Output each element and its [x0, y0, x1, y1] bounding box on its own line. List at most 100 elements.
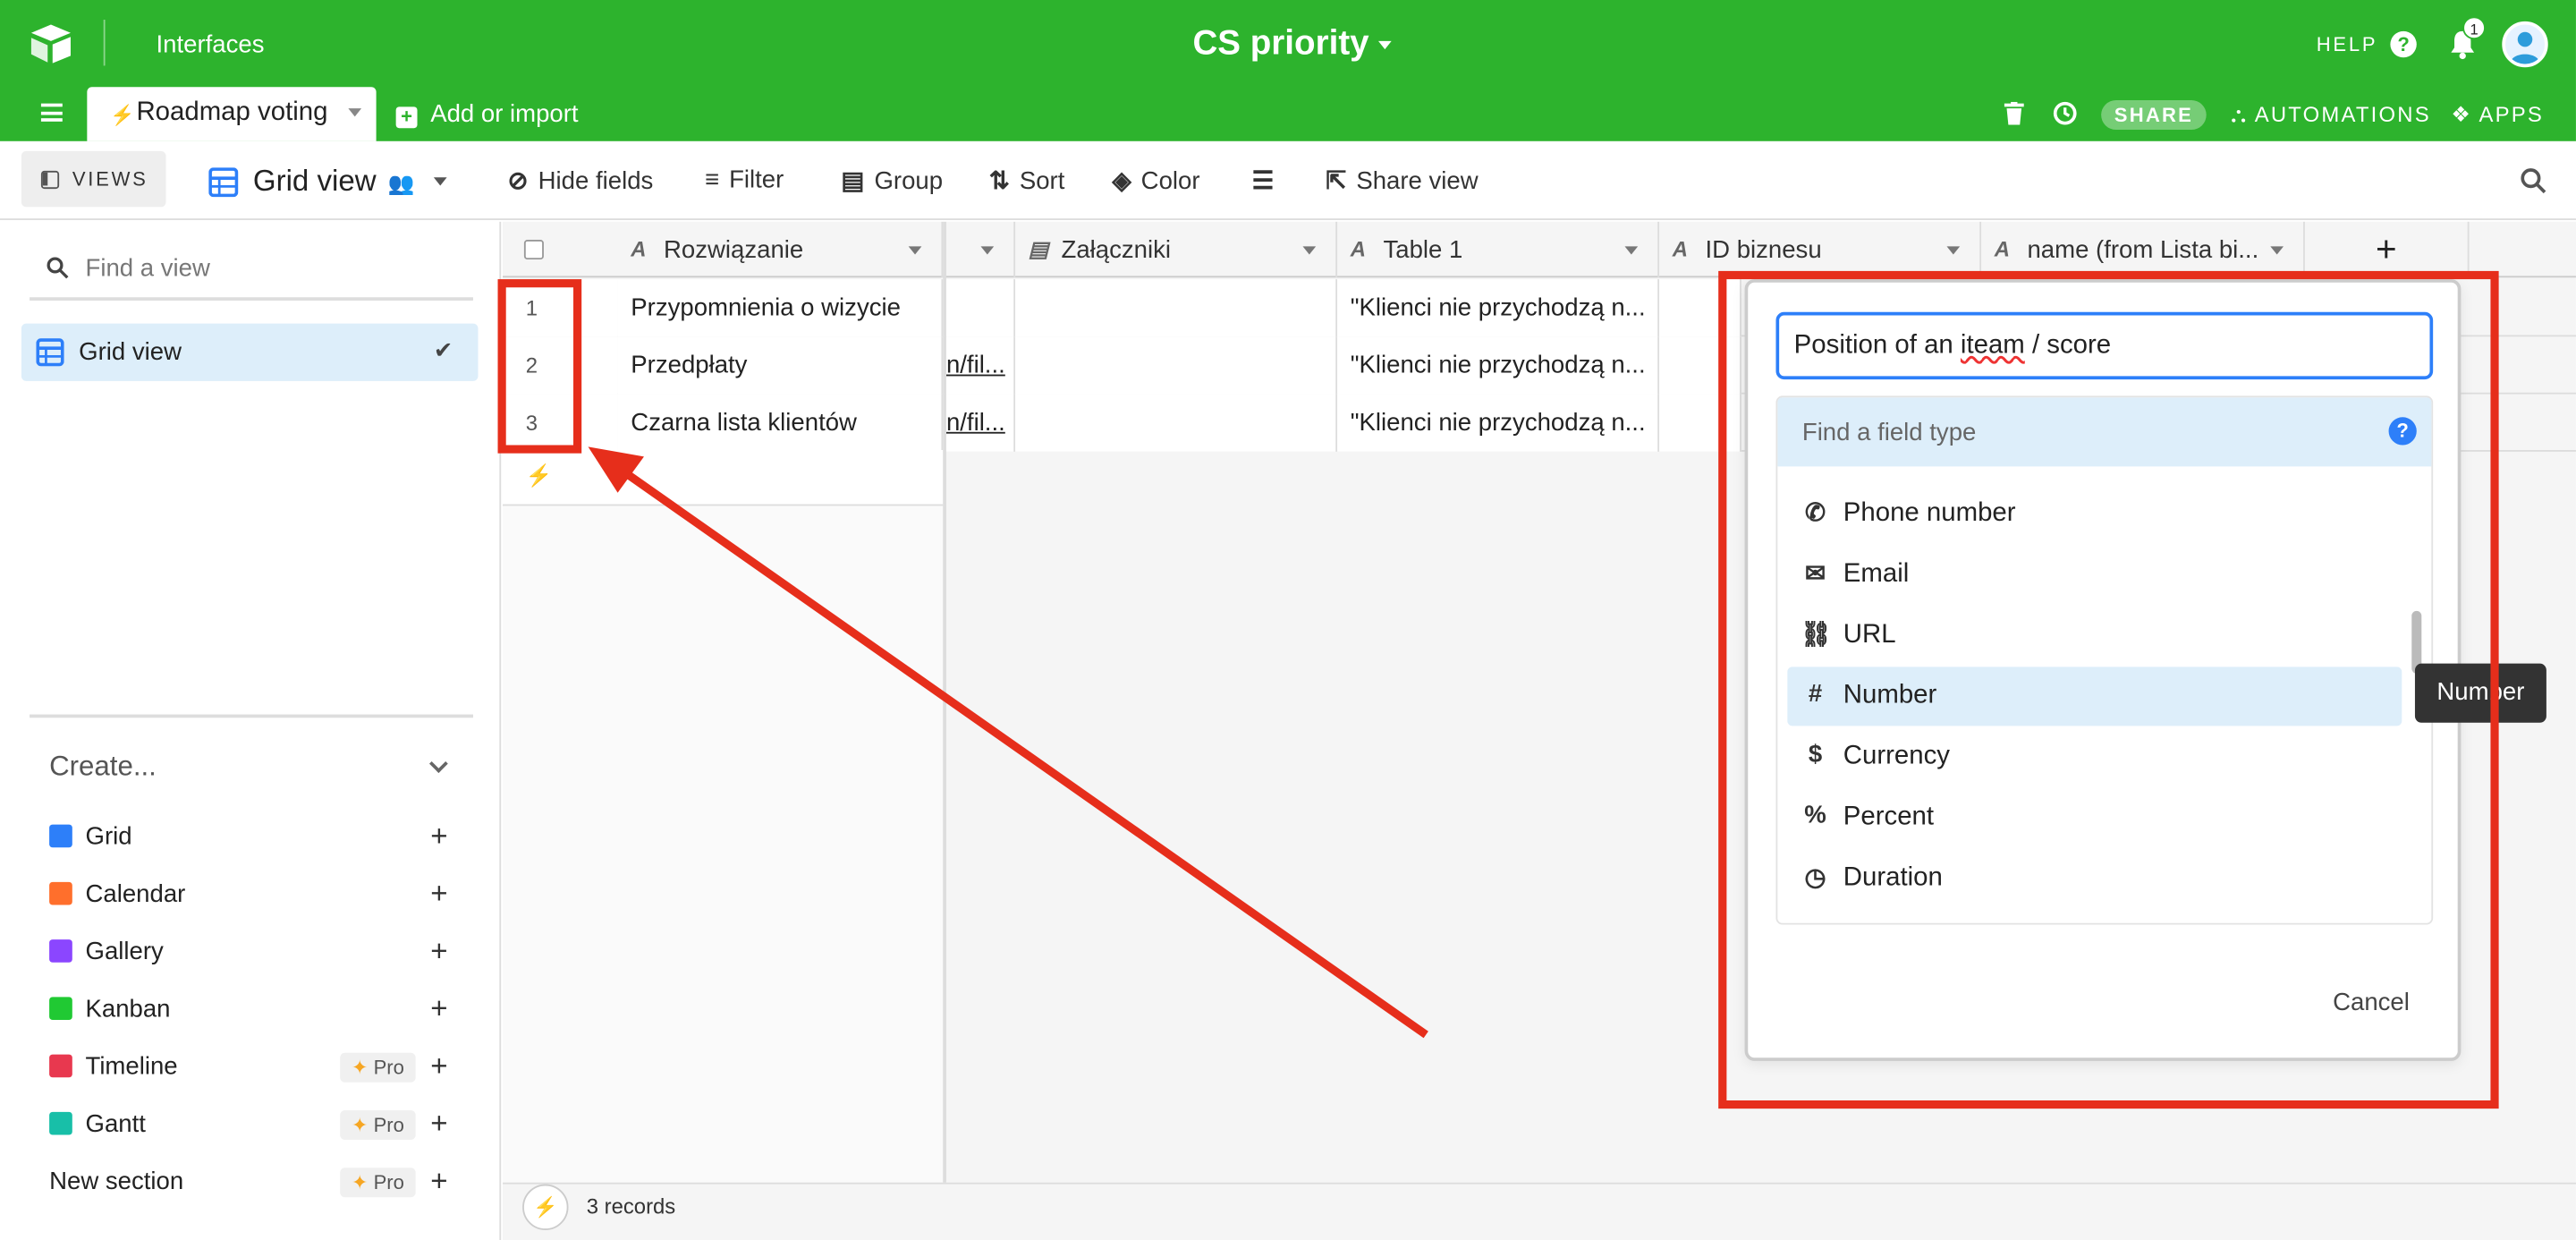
base-title[interactable]: CS priority: [1192, 24, 1393, 64]
chevron-down-icon[interactable]: [980, 246, 995, 255]
cell-zalaczniki[interactable]: [1015, 394, 1338, 452]
chevron-down-icon[interactable]: [2270, 246, 2284, 255]
cell-zalaczniki[interactable]: [1015, 279, 1338, 337]
new-section-label: New section: [49, 1168, 184, 1196]
sort-label: Sort: [1019, 167, 1065, 196]
find-view-placeholder: Find a view: [85, 254, 210, 283]
pro-badge: ✦ Pro: [340, 1168, 416, 1198]
apps-label: APPS: [2479, 101, 2545, 127]
create-item-label: Kanban: [85, 995, 171, 1023]
views-toggle-button[interactable]: VIEWS: [21, 150, 166, 208]
chevron-down-icon[interactable]: [1302, 246, 1317, 255]
create-view-section-toggle[interactable]: Create...: [49, 751, 460, 784]
create-new-section[interactable]: New section ✦ Pro +: [49, 1165, 460, 1204]
apps-button[interactable]: ❖ APPS: [2451, 102, 2544, 128]
group-label: Group: [874, 167, 944, 196]
find-view-input[interactable]: Find a view: [30, 238, 473, 301]
bolt-icon: ⚡: [525, 463, 553, 488]
plus-icon[interactable]: +: [430, 1107, 447, 1142]
color-button[interactable]: ◈ Color: [1112, 166, 1199, 195]
sort-icon: ⇅: [988, 167, 1010, 196]
create-kanban-view[interactable]: Kanban +: [49, 992, 460, 1032]
sparkle-icon: ✦: [351, 1170, 369, 1194]
chevron-down-icon: [1378, 40, 1393, 49]
create-gantt-view[interactable]: Gantt ✦ Pro +: [49, 1107, 460, 1146]
sort-button[interactable]: ⇅ Sort: [989, 166, 1065, 195]
chevron-down-icon[interactable]: [1946, 246, 1961, 255]
airtable-app: Interfaces CS priority HELP ? 1 ⚡ Roadma…: [0, 0, 2576, 1240]
search-icon[interactable]: [2520, 167, 2546, 194]
menu-icon[interactable]: [40, 103, 63, 122]
plus-icon[interactable]: +: [430, 1165, 447, 1200]
cell-table-1[interactable]: "Klienci nie przychodzą n...: [1337, 394, 1660, 452]
help-link[interactable]: HELP: [2317, 33, 2378, 56]
plus-icon[interactable]: +: [430, 935, 447, 970]
frozen-column-divider[interactable]: [943, 221, 946, 1240]
share-button[interactable]: SHARE: [2101, 99, 2207, 131]
base-title-text: CS priority: [1192, 24, 1369, 63]
bolt-icon[interactable]: ⚡: [522, 1184, 569, 1231]
top-bar: Interfaces CS priority HELP ? 1 ⚡ Roadma…: [0, 0, 2576, 141]
hide-fields-button[interactable]: ⊘ Hide fields: [508, 166, 654, 195]
group-button[interactable]: ▤ Group: [841, 166, 943, 195]
cell-link[interactable]: [943, 279, 1016, 337]
chevron-down-icon: [429, 754, 448, 774]
chevron-down-icon[interactable]: [348, 108, 362, 117]
cell-link[interactable]: n/fil...: [943, 336, 1016, 395]
plus-icon[interactable]: +: [430, 820, 447, 854]
automations-button[interactable]: ⛬ AUTOMATIONS: [2231, 102, 2431, 128]
add-field-button[interactable]: +: [2305, 221, 2470, 278]
grid-view-icon: [36, 338, 64, 367]
tab-roadmap-voting[interactable]: ⚡ Roadmap voting: [87, 87, 377, 141]
column-header-zalaczniki[interactable]: ▤ Załączniki: [1015, 221, 1338, 278]
column-header-rozwiazanie[interactable]: A Rozwiązanie: [618, 221, 944, 278]
select-all-checkbox[interactable]: [523, 240, 544, 260]
add-record-row[interactable]: ⚡: [503, 450, 944, 506]
share-view-button[interactable]: ⇱ Share view: [1326, 166, 1478, 195]
add-or-import-button[interactable]: + Add or import: [395, 100, 579, 129]
pro-label: Pro: [373, 1113, 404, 1137]
row-height-button[interactable]: ☰: [1252, 166, 1284, 195]
create-calendar-view[interactable]: Calendar +: [49, 877, 460, 916]
grid-view-icon: [49, 824, 72, 848]
column-header-table-1[interactable]: A Table 1: [1337, 221, 1660, 278]
create-timeline-view[interactable]: Timeline ✦ Pro +: [49, 1049, 460, 1089]
pro-label: Pro: [373, 1170, 404, 1194]
sidebar-icon: [40, 170, 60, 190]
plus-icon[interactable]: +: [430, 992, 447, 1027]
eye-slash-icon: ⊘: [507, 167, 529, 196]
current-view-name[interactable]: Grid view: [253, 165, 377, 200]
cell-table-1[interactable]: "Klienci nie przychodzą n...: [1337, 336, 1660, 395]
airtable-logo-icon[interactable]: [28, 23, 73, 66]
chevron-down-icon[interactable]: [908, 246, 922, 255]
column-title: Table 1: [1383, 236, 1463, 265]
history-icon[interactable]: [2052, 100, 2078, 126]
cell-rozwiazanie[interactable]: Czarna lista klientów: [617, 394, 944, 452]
column-header-name-lookup[interactable]: A name (from Lista bi...: [1981, 221, 2305, 278]
filter-button[interactable]: ≡ Filter: [705, 166, 784, 193]
cell-rozwiazanie[interactable]: Przypomnienia o wizycie: [617, 279, 944, 337]
help-icon[interactable]: ?: [2390, 30, 2417, 58]
chevron-down-icon[interactable]: [1624, 246, 1639, 255]
create-gallery-view[interactable]: Gallery +: [49, 935, 460, 974]
create-label: Create...: [49, 750, 157, 782]
trash-icon[interactable]: [2004, 101, 2024, 125]
plus-icon[interactable]: +: [430, 877, 447, 912]
avatar[interactable]: [2502, 21, 2548, 68]
column-header-link[interactable]: [943, 221, 1016, 278]
column-header-id-biznesu[interactable]: A ID biznesu: [1659, 221, 1982, 278]
share-view-label: Share view: [1356, 167, 1479, 196]
plus-icon[interactable]: +: [430, 1049, 447, 1084]
create-item-label: Gallery: [85, 938, 164, 966]
sidebar-item-grid-view[interactable]: Grid view ✔: [21, 323, 479, 381]
cell-link[interactable]: n/fil...: [943, 394, 1016, 452]
cell-zalaczniki[interactable]: [1015, 336, 1338, 395]
create-grid-view[interactable]: Grid +: [49, 820, 460, 859]
interfaces-link[interactable]: Interfaces: [156, 31, 264, 59]
search-icon: [47, 257, 69, 279]
gallery-icon: [49, 939, 72, 963]
chevron-down-icon[interactable]: [433, 177, 447, 186]
text-field-icon: A: [631, 236, 647, 261]
cell-table-1[interactable]: "Klienci nie przychodzą n...: [1337, 279, 1660, 337]
cell-rozwiazanie[interactable]: Przedpłaty: [617, 336, 944, 395]
